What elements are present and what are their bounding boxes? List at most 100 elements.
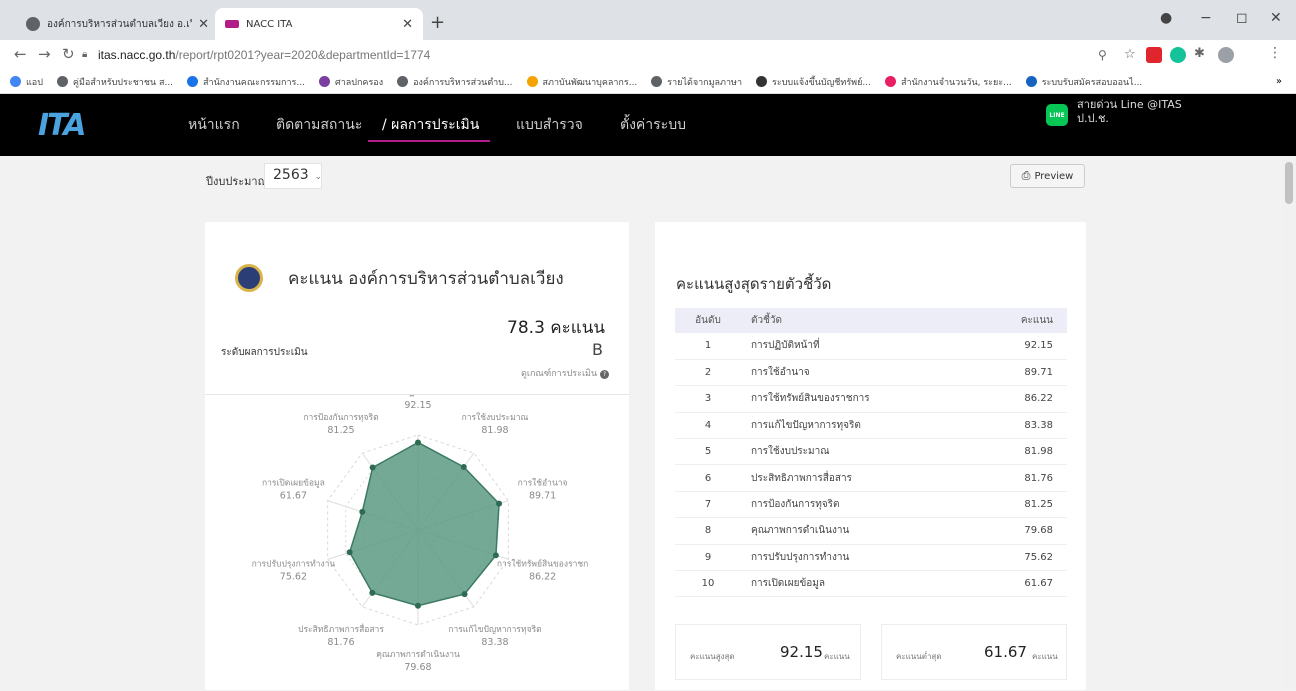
scroll-thumb[interactable] — [1285, 162, 1293, 204]
minimize-button[interactable]: − — [1200, 10, 1212, 26]
level-value: B — [592, 340, 603, 359]
row-score: 81.25 — [980, 491, 1067, 519]
forward-arrow-icon[interactable]: → — [38, 45, 51, 63]
reload-icon[interactable]: ↻ — [62, 45, 75, 63]
bookmark-item[interactable]: ระบบแจ้งขึ้นบัญชีทรัพย์... — [756, 75, 871, 89]
back-arrow-icon[interactable]: ← — [14, 45, 27, 63]
bookmark-icon — [187, 76, 199, 87]
globe-icon — [26, 17, 40, 31]
pdf-extension-icon[interactable] — [1146, 47, 1162, 63]
table-header-row: อันดับ ตัวชี้วัด คะแนน — [675, 308, 1067, 333]
close-icon[interactable]: ✕ — [198, 17, 209, 32]
row-indicator: การป้องกันการทุจริต — [741, 491, 981, 519]
min-score-box: คะแนนต่ำสุด 61.67 คะแนน — [881, 624, 1067, 680]
address-bar-row: ← → ↻ 🔒︎ itas.nacc.go.th/report/rpt0201?… — [0, 40, 1296, 70]
header-indicator: ตัวชี้วัด — [741, 308, 981, 333]
radar-axis-label: ประสิทธิภาพการสื่อสาร — [298, 623, 384, 635]
bookmark-label: ระบบแจ้งขึ้นบัญชีทรัพย์... — [772, 77, 871, 88]
radar-point — [415, 602, 421, 609]
profile-icon[interactable]: ● — [1160, 10, 1172, 26]
star-icon[interactable]: ☆ — [1124, 47, 1136, 62]
radar-point — [415, 439, 421, 446]
line-contact[interactable]: สายด่วน Line @ITAS ป.ป.ช. — [1077, 98, 1182, 126]
min-score-label: คะแนนต่ำสุด — [896, 652, 942, 661]
kebab-menu-icon[interactable]: ⋮ — [1268, 45, 1282, 61]
fiscal-year-label: ปีงบประมาณ — [206, 175, 268, 188]
avatar-icon[interactable] — [1218, 47, 1234, 63]
row-rank: 10 — [675, 570, 741, 598]
row-score: 75.62 — [980, 544, 1067, 572]
nav-settings[interactable]: ตั้งค่าระบบ — [620, 114, 686, 136]
bookmarks-overflow-button[interactable]: » — [1276, 76, 1282, 87]
bookmark-item[interactable]: สภาบันพัฒนาบุคลากร... — [526, 75, 637, 89]
radar-value-label: 61.67 — [280, 491, 307, 502]
radar-point — [359, 508, 366, 515]
bookmark-icon — [526, 76, 538, 87]
url-field[interactable]: itas.nacc.go.th/report/rpt0201?year=2020… — [98, 48, 430, 62]
bookmark-item[interactable]: สำนักงานคณะกรรมการ... — [187, 75, 305, 89]
radar-value-label: 81.98 — [481, 425, 508, 436]
nav-results[interactable]: / ผลการประเมิน — [382, 114, 479, 136]
radar-value-label: 92.15 — [404, 400, 431, 411]
bookmark-item[interactable]: ระบบรับสมัครสอบออนไ... — [1025, 75, 1143, 89]
ita-logo[interactable]: ITA — [38, 108, 86, 143]
active-nav-underline — [368, 140, 490, 142]
line-org-label: ป.ป.ช. — [1077, 112, 1109, 125]
browser-tab-1[interactable]: NACC ITA ✕ — [215, 8, 423, 40]
table-row: 3 การใช้ทรัพย์สินของราชการ 86.22 — [675, 385, 1067, 413]
row-indicator: การใช้ทรัพย์สินของราชการ — [741, 385, 981, 413]
bookmark-label: ระบบรับสมัครสอบออนไ... — [1041, 77, 1143, 88]
row-score: 81.76 — [980, 464, 1067, 492]
radar-value-label: 86.22 — [529, 571, 556, 582]
bookmark-item[interactable]: แอป — [10, 75, 43, 89]
bookmark-icon — [397, 76, 409, 87]
close-window-button[interactable]: ✕ — [1270, 10, 1282, 26]
table-row: 7 การป้องกันการทุจริต 81.25 — [675, 491, 1067, 519]
table-row: 1 การปฏิบัติหน้าที่ 92.15 — [675, 333, 1067, 360]
line-hotline-label: สายด่วน Line @ITAS — [1077, 98, 1182, 111]
radar-chart: การปฏิบัติหน้าที่ 92.15 การใช้งบประมาณ 81.9… — [252, 395, 589, 673]
bookmark-label: สำนักงานคณะกรรมการ... — [203, 77, 305, 88]
bookmark-icon — [651, 76, 663, 87]
row-rank: 8 — [675, 517, 741, 545]
criteria-link-text: ดูเกณฑ์การประเมิน — [521, 369, 598, 379]
tab-title: องค์การบริหารส่วนตำบลเวียง อ.เวียงป่า — [47, 18, 192, 30]
nav-survey[interactable]: แบบสำรวจ — [516, 114, 583, 136]
bookmark-item[interactable]: คู่มือสำหรับประชาชน ส... — [56, 75, 173, 89]
criteria-link[interactable]: ดูเกณฑ์การประเมิน ? — [521, 366, 609, 380]
row-indicator: การเปิดเผยข้อมูล — [741, 570, 981, 598]
line-icon[interactable]: LINE — [1046, 104, 1068, 126]
radar-axis-label: การแก้ไขปัญหาการทุจริต — [448, 624, 541, 635]
row-rank: 4 — [675, 412, 741, 440]
row-rank: 7 — [675, 491, 741, 519]
maximize-button[interactable]: ◻ — [1236, 10, 1248, 26]
puzzle-icon[interactable]: ✱ — [1194, 46, 1205, 61]
browser-tab-0[interactable]: องค์การบริหารส่วนตำบลเวียง อ.เวียงป่า ✕ — [16, 8, 219, 40]
grammarly-icon[interactable] — [1170, 47, 1186, 63]
row-score: 83.38 — [980, 412, 1067, 440]
nav-home[interactable]: หน้าแรก — [188, 114, 240, 136]
score-title: คะแนน องค์การบริหารส่วนตำบลเวียง — [288, 269, 564, 289]
bookmark-icon — [756, 76, 768, 87]
row-score: 89.71 — [980, 359, 1067, 387]
new-tab-button[interactable]: + — [430, 12, 445, 33]
radar-point — [346, 549, 353, 556]
site-header: ITA หน้าแรก ติดตามสถานะ / ผลการประเมิน แ… — [0, 94, 1296, 156]
close-icon[interactable]: ✕ — [402, 17, 413, 32]
table-row: 8 คุณภาพการดำเนินงาน 79.68 — [675, 517, 1067, 545]
radar-axis-label: การใช้อำนาจ — [518, 478, 568, 489]
bookmark-item[interactable]: สำนักงานจำนวนวัน, ระยะ... — [884, 75, 1012, 89]
bookmark-item[interactable]: องค์การบริหารส่วนตำบ... — [397, 75, 513, 89]
fiscal-year-value: 2563 — [273, 167, 309, 183]
ita-favicon-icon — [225, 20, 239, 28]
table-row: 5 การใช้งบประมาณ 81.98 — [675, 438, 1067, 466]
bookmark-item[interactable]: ศาลปกครอง — [318, 75, 383, 89]
bookmark-item[interactable]: รายได้จากมูลภาษา — [651, 75, 742, 89]
fiscal-year-select[interactable]: 2563 ⌄ — [264, 163, 322, 189]
bookmark-label: องค์การบริหารส่วนตำบ... — [413, 77, 513, 88]
zoom-icon[interactable]: ⚲ — [1098, 48, 1107, 62]
nav-status[interactable]: ติดตามสถานะ — [276, 114, 362, 136]
scrollbar[interactable] — [1282, 156, 1296, 690]
preview-button[interactable]: ⎙ Preview — [1010, 164, 1085, 188]
bookmark-label: รายได้จากมูลภาษา — [667, 77, 743, 88]
